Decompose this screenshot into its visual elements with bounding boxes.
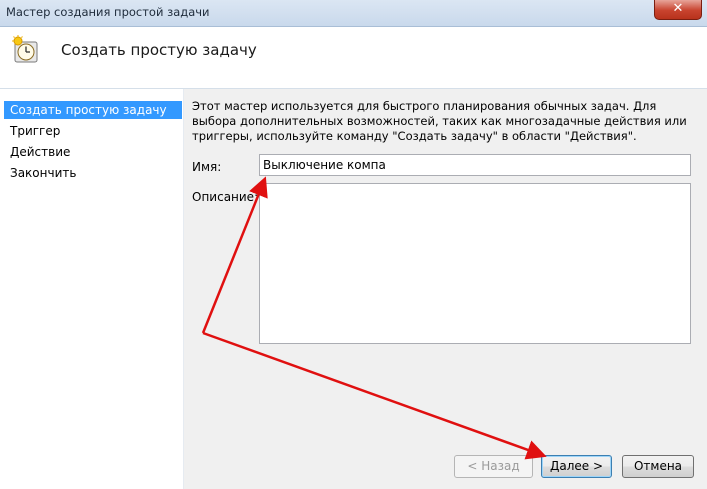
- step-action[interactable]: Действие: [4, 143, 182, 161]
- close-icon: ✕: [672, 1, 684, 16]
- name-input[interactable]: [259, 154, 691, 176]
- description-textarea[interactable]: [259, 183, 691, 344]
- close-button[interactable]: ✕: [654, 0, 702, 20]
- wizard-header: Создать простую задачу: [0, 27, 707, 89]
- window-title: Мастер создания простой задачи: [6, 5, 210, 19]
- clock-sun-icon: [12, 35, 38, 63]
- wizard-content: Этот мастер используется для быстрого пл…: [184, 89, 707, 489]
- wizard-description: Этот мастер используется для быстрого пл…: [192, 99, 687, 143]
- step-create-task[interactable]: Создать простую задачу: [4, 101, 182, 119]
- name-label: Имя:: [192, 160, 222, 174]
- title-bar[interactable]: Мастер создания простой задачи ✕: [0, 0, 707, 27]
- step-trigger[interactable]: Триггер: [4, 122, 182, 140]
- back-button[interactable]: < Назад: [454, 455, 533, 478]
- description-label: Описание:: [192, 190, 259, 204]
- next-button[interactable]: Далее >: [541, 455, 612, 478]
- cancel-button[interactable]: Отмена: [622, 455, 694, 478]
- wizard-steps: Создать простую задачу Триггер Действие …: [0, 89, 183, 489]
- page-title: Создать простую задачу: [61, 41, 257, 59]
- step-finish[interactable]: Закончить: [4, 164, 182, 182]
